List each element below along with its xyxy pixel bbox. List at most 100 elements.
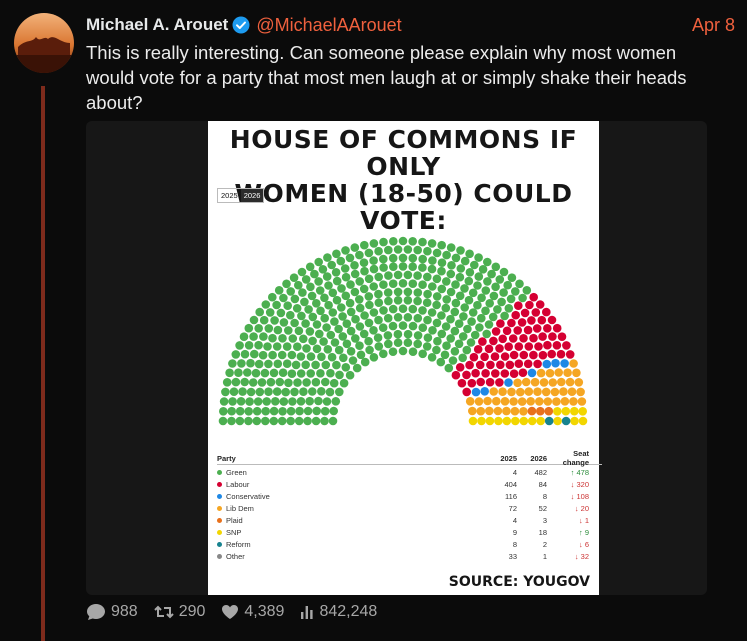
seat-dot — [291, 360, 301, 370]
seat-dot — [282, 342, 292, 351]
seat-dot — [519, 350, 529, 360]
seat-dot — [261, 416, 270, 426]
party-seats-2025: 116 — [505, 491, 517, 501]
seat-dot — [308, 336, 317, 346]
seat-dot — [305, 327, 315, 336]
party-label: Other — [226, 551, 245, 561]
seat-dot — [485, 406, 494, 416]
seat-dot — [339, 353, 348, 363]
seat-dot — [314, 396, 323, 406]
seat-dot — [500, 311, 509, 321]
seat-dot — [384, 339, 393, 349]
seat-dot — [403, 287, 413, 297]
seat-dot — [379, 254, 388, 264]
seat-dot — [484, 320, 494, 329]
seat-dot — [330, 338, 340, 347]
party-seats-2025: 404 — [504, 479, 517, 489]
author-name[interactable]: Michael A. Arouet — [86, 15, 228, 35]
tweet-media[interactable]: HOUSE OF COMMONS IF ONLY WOMEN (18-50) C… — [86, 121, 707, 595]
seat-dot — [398, 346, 408, 356]
seat-dot — [493, 406, 503, 416]
seat-dot — [379, 237, 388, 247]
party-row: Lib Dem 72 52 ↓ 20 — [217, 502, 602, 514]
seat-dot — [542, 359, 552, 369]
like-button[interactable]: 4,389 — [221, 603, 284, 621]
seat-dot — [348, 356, 358, 365]
party-label: Lib Dem — [226, 503, 254, 513]
seat-dot — [259, 315, 269, 325]
tweet-date[interactable]: Apr 8 — [692, 15, 735, 36]
seat-dot — [578, 416, 588, 426]
author-handle[interactable]: @MichaelAArouet — [256, 15, 401, 36]
seat-dot — [408, 262, 417, 271]
seat-dot — [393, 296, 403, 305]
seat-dot — [468, 416, 478, 426]
party-seats-2025: 9 — [512, 527, 517, 537]
seat-dot — [332, 295, 342, 305]
seat-dot — [388, 321, 398, 331]
seat-dot — [468, 288, 478, 298]
party-label: SNP — [226, 527, 242, 537]
party-seat-change: ↓ 32 — [574, 551, 589, 561]
seat-dot — [311, 377, 321, 387]
seat-dot — [451, 298, 461, 308]
seat-dot — [359, 329, 369, 339]
party-row: Conservative 116 8 ↓ 108 — [217, 490, 602, 502]
seat-dot — [520, 308, 530, 318]
seat-dot — [524, 342, 534, 351]
seat-dot — [413, 313, 423, 323]
seat-dot — [328, 416, 338, 426]
seat-dot — [393, 287, 403, 297]
seat-dot — [509, 350, 519, 360]
seat-dot — [548, 378, 558, 387]
seat-dot — [437, 284, 447, 294]
views-button[interactable]: 842,248 — [300, 603, 377, 621]
seat-dot — [374, 272, 383, 282]
seat-dot — [326, 330, 336, 340]
seat-dot — [268, 350, 277, 360]
seat-dot — [502, 406, 511, 416]
party-seat-change: ↑ 478 — [570, 467, 589, 477]
seat-dot — [335, 370, 344, 380]
seat-dot — [529, 292, 538, 302]
seat-dot — [517, 318, 527, 327]
seat-dot — [278, 368, 288, 377]
seat-dot — [535, 300, 545, 309]
seat-dot — [511, 310, 520, 320]
seat-dot — [379, 263, 388, 272]
seat-dot — [379, 306, 388, 315]
seat-dot — [322, 272, 332, 281]
seat-dot — [473, 300, 482, 310]
seat-dot — [302, 344, 311, 353]
seat-dot — [264, 324, 274, 333]
seat-dot — [570, 406, 579, 416]
seat-dot — [565, 350, 575, 359]
seat-dot — [497, 297, 506, 307]
seat-dot — [369, 239, 379, 248]
seat-dot — [364, 318, 374, 328]
seat-dot — [321, 360, 331, 370]
seat-dot — [352, 363, 362, 373]
seat-dot — [446, 269, 456, 279]
avatar[interactable] — [14, 13, 74, 73]
seat-dot — [507, 387, 516, 397]
seat-dot — [423, 246, 432, 256]
seat-dot — [246, 358, 255, 368]
seat-dot — [301, 319, 310, 328]
seat-dot — [543, 340, 552, 350]
seat-dot — [543, 324, 552, 333]
seat-dot — [296, 397, 306, 406]
retweet-button[interactable]: 290 — [153, 603, 205, 621]
party-color-dot — [217, 493, 222, 499]
seat-dot — [337, 284, 346, 293]
seat-dot — [468, 406, 477, 416]
seat-dot — [299, 334, 308, 344]
seat-dot — [499, 288, 508, 297]
seat-dot — [503, 280, 512, 290]
seat-dot — [360, 266, 369, 276]
seat-dot — [456, 246, 465, 255]
seat-dot — [456, 264, 466, 273]
seat-dot — [460, 303, 469, 312]
seat-dot — [237, 359, 246, 368]
reply-button[interactable]: 988 — [86, 603, 138, 621]
